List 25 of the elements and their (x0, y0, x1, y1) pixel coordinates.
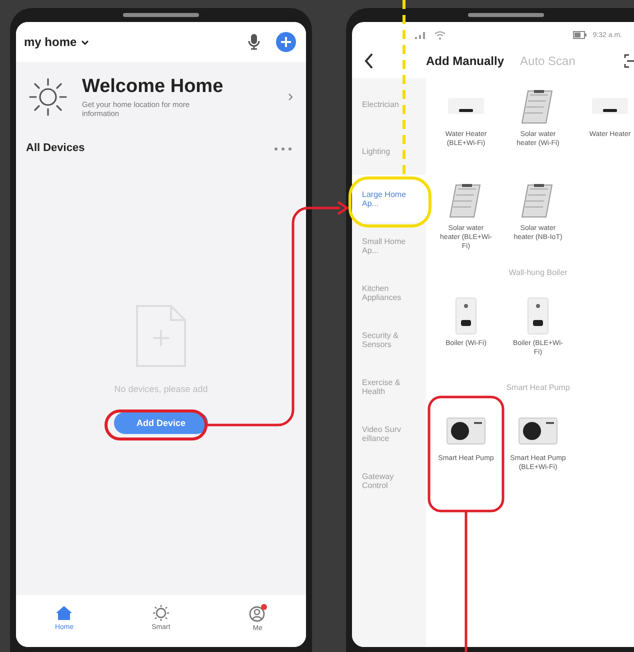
sun-icon (152, 605, 170, 621)
signal-icon (414, 30, 428, 40)
sun-icon (28, 77, 68, 117)
document-add-icon (135, 304, 187, 368)
section-title: All Devices (26, 142, 85, 156)
welcome-title: Welcome Home (82, 76, 224, 98)
more-icon[interactable] (274, 147, 292, 151)
section-title: Smart Heat Pump (505, 383, 571, 392)
home-icon (55, 605, 74, 621)
wifi-icon (434, 30, 446, 40)
back-icon[interactable] (364, 53, 374, 69)
tab[interactable]: Add Manually (426, 54, 504, 68)
empty-message: No devices, please add (114, 384, 208, 394)
profile-icon (248, 604, 268, 622)
add-icon[interactable] (276, 32, 296, 52)
chevron-icon[interactable] (288, 93, 294, 101)
category-item[interactable]: Large Home Ap... (352, 175, 426, 222)
add-device-button[interactable]: Add Device (114, 412, 208, 434)
microphone-icon[interactable] (248, 34, 260, 50)
section-title: Wall-hung Boiler (508, 268, 568, 277)
chevron-down-icon[interactable] (80, 40, 89, 44)
boiler-icon (526, 295, 550, 337)
boiler-icon (454, 295, 478, 337)
battery-icon (572, 31, 587, 39)
home-selector[interactable]: my home (24, 35, 77, 49)
